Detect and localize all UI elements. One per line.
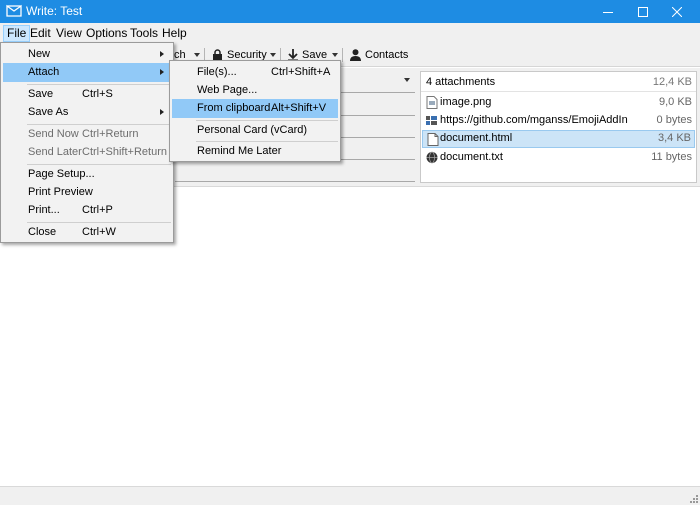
menu-item-page-setup[interactable]: Page Setup... — [3, 165, 171, 184]
attachment-name: document.html — [440, 132, 513, 144]
menu-item-close[interactable]: Close Ctrl+W — [3, 223, 171, 242]
attachment-item-selected[interactable]: document.html 3,4 KB — [422, 130, 695, 148]
menu-item-shortcut: Ctrl+S — [82, 88, 113, 100]
menu-view[interactable]: View — [53, 25, 85, 42]
security-dropdown-arrow[interactable] — [270, 53, 276, 57]
menu-item-label: Close — [28, 226, 57, 238]
menu-item-label: Personal Card (vCard) — [197, 124, 308, 136]
menu-item-save[interactable]: Save Ctrl+S — [3, 85, 171, 104]
attachment-size: 0 bytes — [656, 114, 692, 126]
menu-edit[interactable]: Edit — [27, 25, 54, 42]
menu-item-remind-later[interactable]: Remind Me Later — [172, 142, 338, 161]
menu-item-label: Save As — [28, 106, 69, 118]
menu-item-attach-web-page[interactable]: Web Page... — [172, 81, 338, 100]
attachment-item[interactable]: image.png 9,0 KB — [422, 94, 695, 112]
toolbar-separator — [342, 48, 343, 62]
link-icon — [426, 116, 437, 125]
menu-item-label: Send Now — [28, 128, 79, 140]
attachment-count: 4 attachments — [426, 76, 496, 88]
file-menu: New Attach Save Ctrl+S Save As Send Now … — [0, 42, 174, 243]
menu-item-shortcut: Ctrl+W — [82, 226, 116, 238]
attachment-name: document.txt — [440, 151, 503, 163]
menu-item-label: Save — [28, 88, 54, 100]
attachment-name: image.png — [440, 96, 492, 108]
close-button[interactable] — [654, 0, 700, 23]
menu-item-shortcut: Ctrl+P — [82, 204, 113, 216]
submenu-arrow-icon — [160, 51, 164, 57]
menu-help[interactable]: Help — [159, 25, 190, 42]
attach-submenu: File(s)... Ctrl+Shift+A Web Page... From… — [169, 60, 341, 162]
menu-item-label: Print... — [28, 204, 60, 216]
from-dropdown-arrow[interactable] — [404, 78, 410, 82]
title-bar: Write: Test — [0, 0, 700, 23]
attachment-name: https://github.com/mganss/EmojiAddIn — [440, 114, 628, 126]
menu-tools[interactable]: Tools — [127, 25, 161, 42]
attachment-pane: 4 attachments 12,4 KB image.png 9,0 KB h… — [420, 71, 697, 183]
menu-options[interactable]: Options — [83, 25, 130, 42]
menu-item-shortcut: Ctrl+Shift+A — [271, 66, 331, 78]
minimize-icon — [603, 11, 613, 13]
submenu-arrow-icon — [160, 109, 164, 115]
menu-item-shortcut: Alt+Shift+V — [271, 102, 327, 114]
contact-person-icon — [350, 49, 361, 61]
maximize-icon — [638, 6, 648, 17]
menu-item-attach-from-clipboard[interactable]: From clipboard Alt+Shift+V — [172, 99, 338, 118]
menu-item-label: Send Later — [28, 146, 82, 158]
resize-grip-icon[interactable] — [688, 493, 698, 503]
attachment-total-size: 12,4 KB — [652, 76, 692, 88]
status-bar — [0, 486, 700, 505]
contacts-label: Contacts — [365, 49, 409, 61]
attachment-size: 9,0 KB — [658, 96, 692, 108]
document-icon — [427, 133, 439, 146]
thunderbird-app-icon — [6, 4, 22, 17]
menu-item-shortcut: Ctrl+Shift+Return — [82, 146, 167, 158]
menu-item-new[interactable]: New — [3, 45, 171, 64]
menu-item-label: File(s)... — [197, 66, 237, 78]
attachment-header: 4 attachments 12,4 KB — [421, 72, 696, 92]
contacts-button[interactable]: Contacts — [350, 47, 408, 63]
close-icon — [672, 6, 682, 17]
menu-item-label: From clipboard — [197, 102, 271, 114]
window-title: Write: Test — [26, 4, 83, 18]
menu-bar: File Edit View Options Tools Help — [0, 23, 700, 43]
menu-item-label: Attach — [28, 66, 60, 78]
submenu-arrow-icon — [160, 69, 164, 75]
attach-dropdown-arrow[interactable] — [194, 53, 200, 57]
image-file-icon — [426, 96, 438, 109]
menu-item-attach-vcard[interactable]: Personal Card (vCard) — [172, 121, 338, 140]
menu-item-shortcut: Ctrl+Return — [82, 128, 139, 140]
menu-item-label: Web Page... — [197, 84, 258, 96]
menu-item-print-preview[interactable]: Print Preview — [3, 183, 171, 202]
subject-field-underline — [175, 181, 415, 182]
menu-item-save-as[interactable]: Save As — [3, 103, 171, 122]
menu-item-attach-files[interactable]: File(s)... Ctrl+Shift+A — [172, 63, 338, 82]
menu-item-label: Page Setup... — [28, 168, 95, 180]
menu-item-attach[interactable]: Attach — [3, 63, 171, 82]
menu-item-label: New — [28, 48, 51, 60]
attachment-size: 11 bytes — [651, 151, 692, 163]
attachment-size: 3,4 KB — [657, 132, 691, 144]
attachment-item[interactable]: https://github.com/mganss/EmojiAddIn 0 b… — [422, 112, 695, 130]
menu-item-print[interactable]: Print... Ctrl+P — [3, 201, 171, 220]
menu-item-send-later: Send Later Ctrl+Shift+Return — [3, 143, 171, 162]
menu-item-label: Print Preview — [28, 186, 93, 198]
attachment-item[interactable]: document.txt 11 bytes — [422, 149, 695, 167]
menu-item-send-now: Send Now Ctrl+Return — [3, 125, 171, 144]
menu-item-label: Remind Me Later — [197, 145, 282, 157]
globe-icon — [426, 151, 438, 164]
save-dropdown-arrow[interactable] — [332, 53, 338, 57]
